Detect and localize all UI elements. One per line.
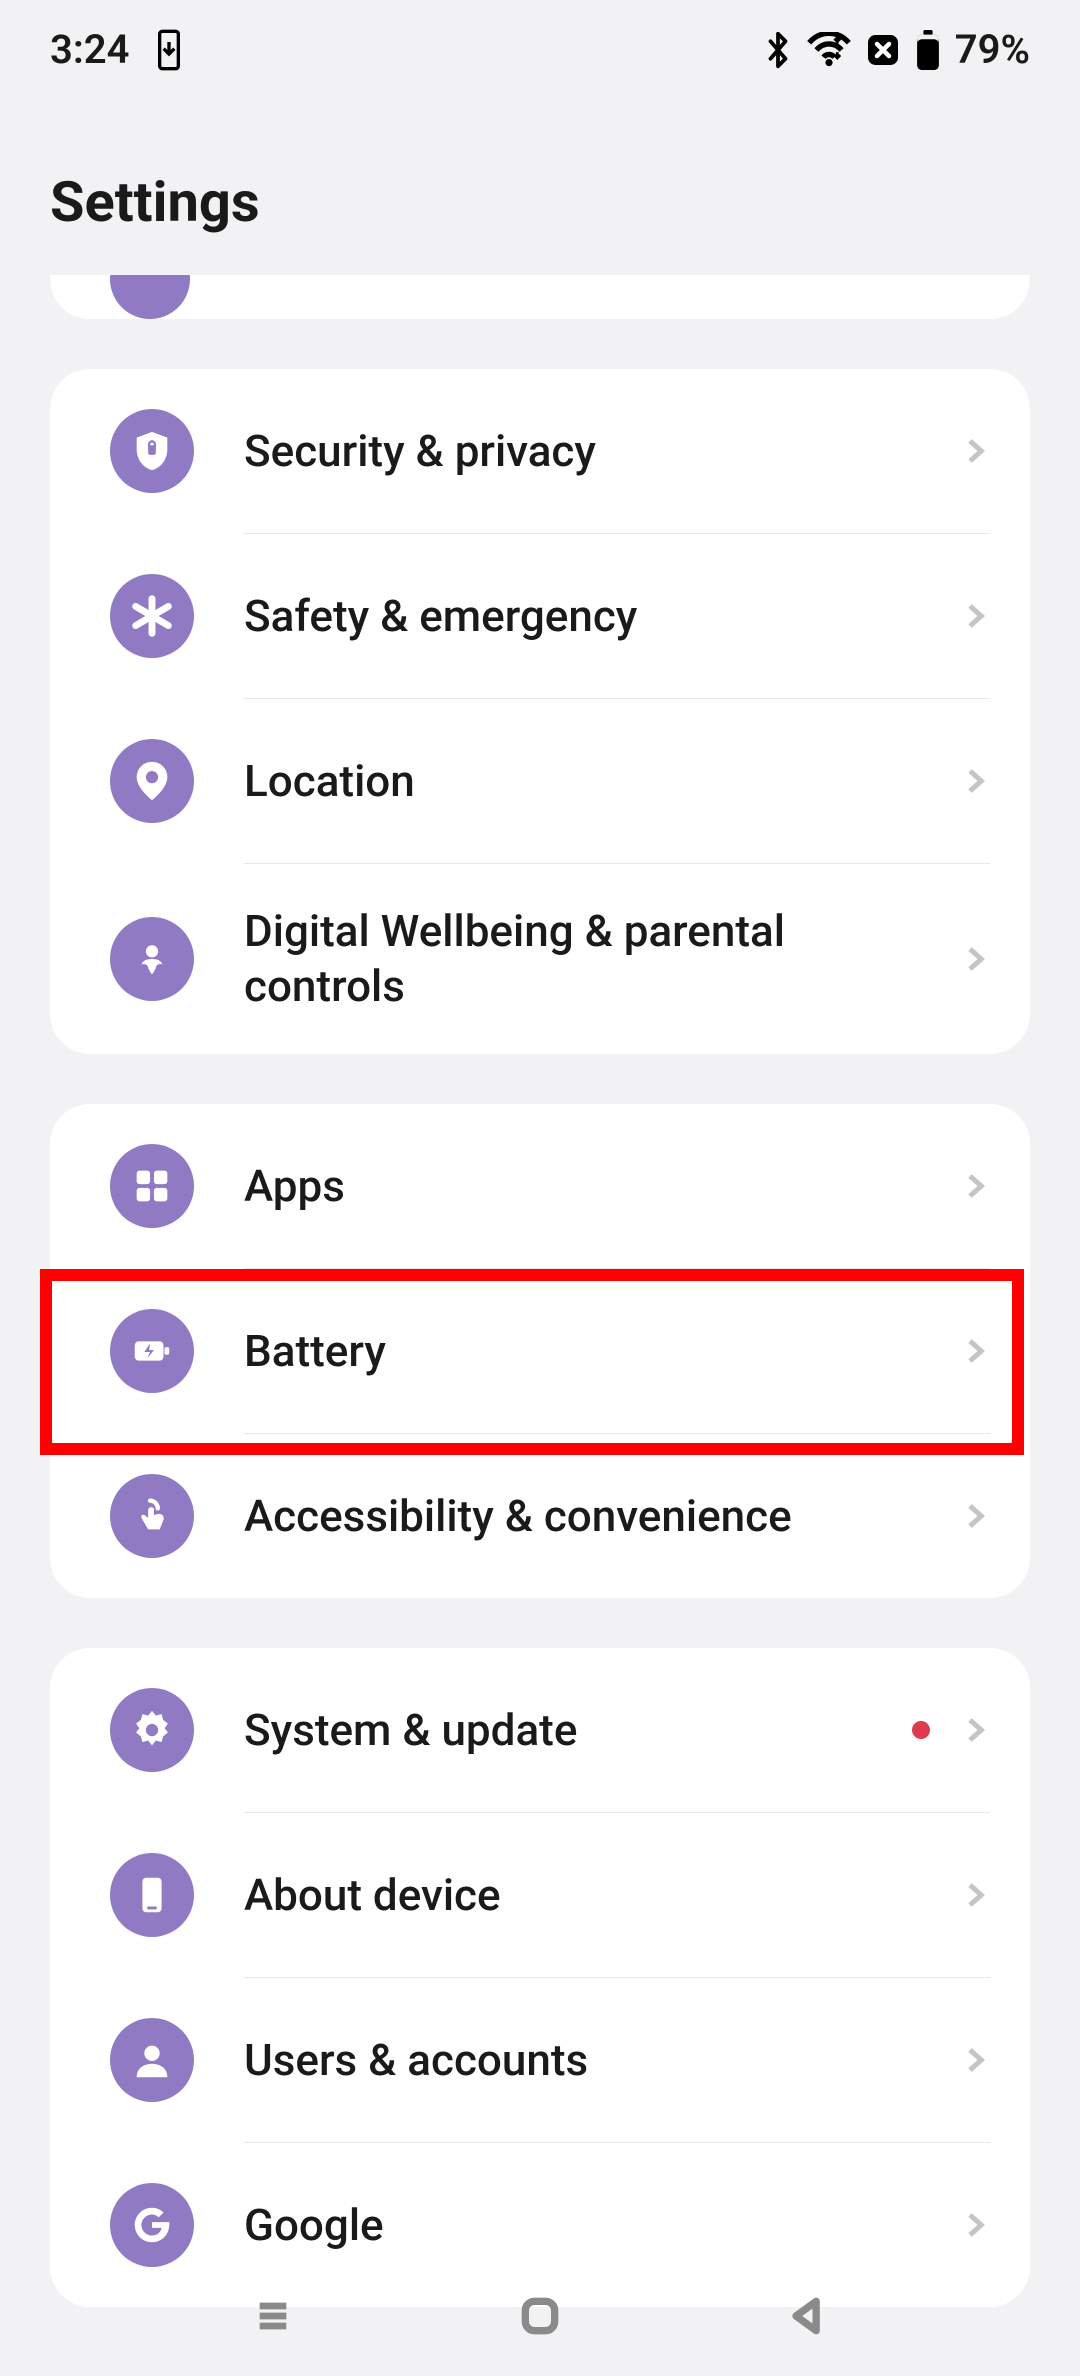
partial-previous-card	[50, 275, 1030, 319]
chevron-right-icon	[960, 766, 990, 796]
heart-person-icon	[110, 917, 194, 1001]
asterisk-icon	[110, 574, 194, 658]
page-title: Settings	[0, 99, 1080, 275]
chevron-right-icon	[960, 2045, 990, 2075]
gear-icon	[110, 1688, 194, 1772]
chevron-right-icon	[960, 601, 990, 631]
row-battery[interactable]: Battery	[50, 1269, 1030, 1433]
row-about-device[interactable]: About device	[50, 1813, 1030, 1977]
grid-icon	[110, 1144, 194, 1228]
battery-charging-icon	[110, 1309, 194, 1393]
chevron-right-icon	[960, 944, 990, 974]
status-bar: 3:24 79%	[0, 0, 1080, 99]
touch-icon	[110, 1474, 194, 1558]
battery-icon	[915, 30, 941, 70]
chevron-right-icon	[960, 1336, 990, 1366]
settings-group-system: System & update About device Users & acc…	[50, 1648, 1030, 2307]
label-digital-wellbeing: Digital Wellbeing & parental controls	[244, 904, 960, 1014]
label-system-update: System & update	[244, 1703, 912, 1758]
row-users-accounts[interactable]: Users & accounts	[50, 1978, 1030, 2142]
chevron-right-icon	[960, 1171, 990, 1201]
update-dot	[912, 1721, 930, 1739]
chevron-right-icon	[960, 2210, 990, 2240]
label-security-privacy: Security & privacy	[244, 424, 960, 479]
label-users-accounts: Users & accounts	[244, 2033, 960, 2088]
wifi-icon	[807, 32, 851, 68]
row-location[interactable]: Location	[50, 699, 1030, 863]
row-digital-wellbeing[interactable]: Digital Wellbeing & parental controls	[50, 864, 1030, 1054]
google-icon	[110, 2183, 194, 2267]
label-apps: Apps	[244, 1159, 960, 1214]
chevron-right-icon	[960, 1501, 990, 1531]
battery-percent: 79%	[955, 26, 1030, 73]
nav-home-button[interactable]	[515, 2291, 565, 2341]
label-location: Location	[244, 754, 960, 809]
label-safety-emergency: Safety & emergency	[244, 589, 960, 644]
chevron-right-icon	[960, 1715, 990, 1745]
navigation-bar	[0, 2256, 1080, 2376]
settings-group-privacy: Security & privacy Safety & emergency Lo…	[50, 369, 1030, 1054]
row-security-privacy[interactable]: Security & privacy	[50, 369, 1030, 533]
label-accessibility: Accessibility & convenience	[244, 1489, 960, 1544]
person-icon	[110, 2018, 194, 2102]
chevron-right-icon	[960, 436, 990, 466]
download-icon	[153, 28, 185, 72]
label-battery: Battery	[244, 1324, 960, 1379]
row-system-update[interactable]: System & update	[50, 1648, 1030, 1812]
row-accessibility[interactable]: Accessibility & convenience	[50, 1434, 1030, 1598]
bluetooth-icon	[763, 29, 793, 71]
label-about-device: About device	[244, 1868, 960, 1923]
phone-icon	[110, 1853, 194, 1937]
status-time: 3:24	[50, 26, 129, 73]
shield-icon	[110, 409, 194, 493]
nav-back-button[interactable]	[782, 2291, 832, 2341]
chevron-right-icon	[960, 1880, 990, 1910]
nav-recent-button[interactable]	[248, 2291, 298, 2341]
label-google: Google	[244, 2198, 960, 2253]
row-safety-emergency[interactable]: Safety & emergency	[50, 534, 1030, 698]
pin-icon	[110, 739, 194, 823]
row-apps[interactable]: Apps	[50, 1104, 1030, 1268]
settings-group-apps: Apps Battery Accessibility & convenience	[50, 1104, 1030, 1598]
no-signal-icon	[865, 32, 901, 68]
